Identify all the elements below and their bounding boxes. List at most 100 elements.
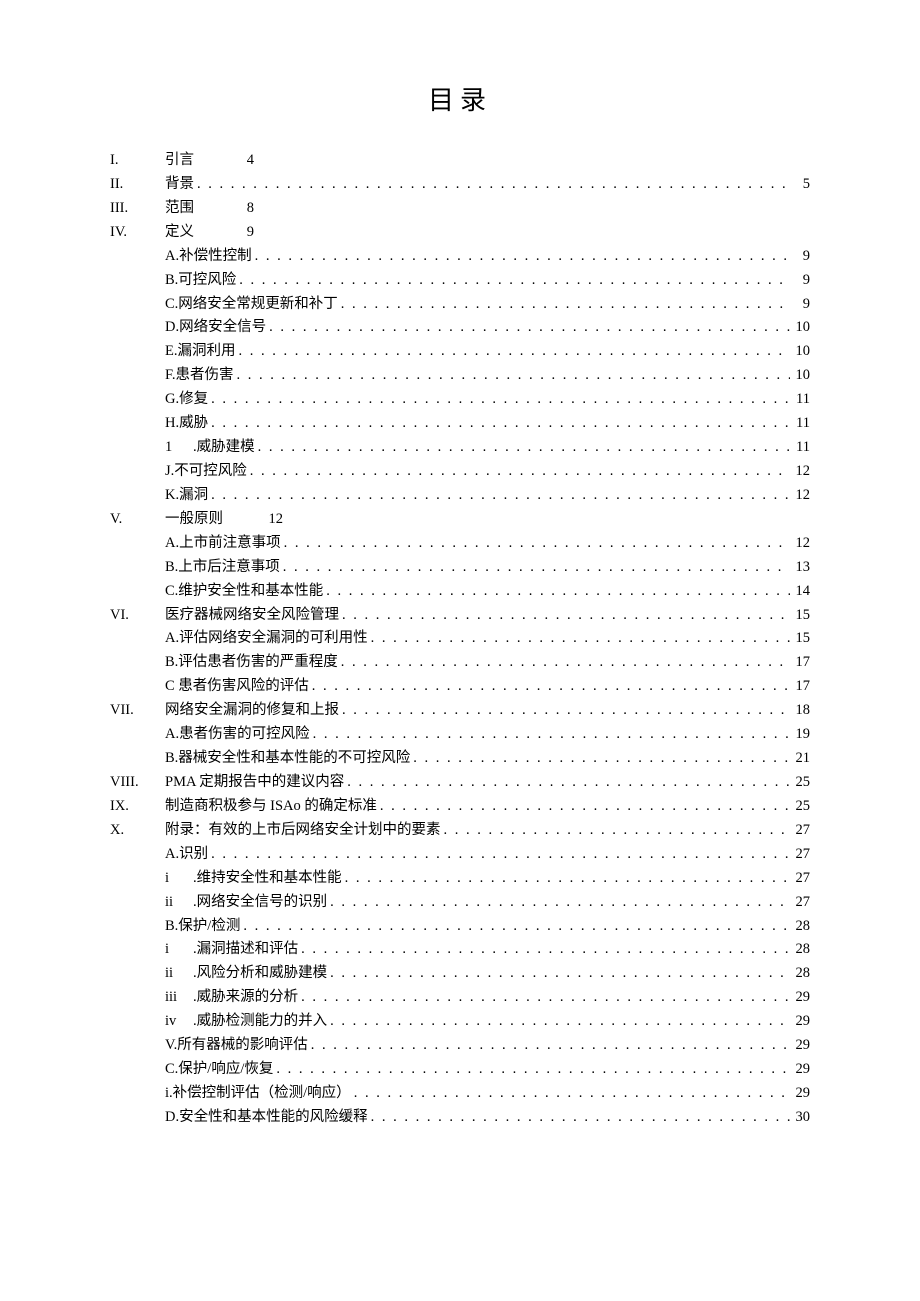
- dot-leader: [208, 484, 790, 508]
- entry-label: C.保护/响应/恢复: [165, 1058, 273, 1082]
- entry-label: PMA 定期报告中的建议内容: [165, 771, 344, 795]
- dot-leader: [208, 843, 790, 867]
- entry-label: .威胁检测能力的并入: [193, 1010, 327, 1034]
- entry-page: 18: [790, 699, 810, 723]
- toc-entry: iii .威胁来源的分析29: [110, 986, 810, 1010]
- entry-label: A.补偿性控制: [165, 245, 252, 269]
- dot-leader: [266, 316, 790, 340]
- entry-label: A.患者伤害的可控风险: [165, 723, 310, 747]
- dot-leader: [235, 340, 790, 364]
- toc-entry: H.威胁11: [110, 412, 810, 436]
- dot-leader: [298, 986, 790, 1010]
- entry-page: 28: [790, 962, 810, 986]
- entry-page: 19: [790, 723, 810, 747]
- entry-label: 背景: [165, 173, 194, 197]
- entry-page: 29: [790, 1058, 810, 1082]
- dot-leader: [273, 1058, 790, 1082]
- entry-label: 引言: [165, 149, 194, 173]
- entry-label: i.补偿控制评估（检测/响应）: [165, 1082, 351, 1106]
- entry-page: 10: [790, 316, 810, 340]
- dot-leader: [338, 293, 790, 317]
- entry-label: C.网络安全常规更新和补丁: [165, 293, 338, 317]
- toc-entry: A.补偿性控制9: [110, 245, 810, 269]
- entry-number: II.: [110, 173, 165, 197]
- entry-page: 9: [234, 221, 254, 245]
- entry-number: V.: [110, 508, 165, 532]
- entry-page: 9: [790, 269, 810, 293]
- entry-label: C.维护安全性和基本性能: [165, 580, 323, 604]
- entry-page: 27: [790, 819, 810, 843]
- entry-label: G.修复: [165, 388, 208, 412]
- toc-entry: B.可控风险9: [110, 269, 810, 293]
- toc-entry: K.漏洞12: [110, 484, 810, 508]
- toc-entry: C.维护安全性和基本性能14: [110, 580, 810, 604]
- dot-leader: [247, 460, 790, 484]
- entry-page: 11: [790, 388, 810, 412]
- dot-leader: [344, 771, 790, 795]
- dot-leader: [281, 532, 790, 556]
- toc-entry: B.保护/检测28: [110, 915, 810, 939]
- entry-page: 17: [790, 651, 810, 675]
- entry-page: 10: [790, 340, 810, 364]
- dot-leader: [327, 1010, 790, 1034]
- toc-entry: i.补偿控制评估（检测/响应）29: [110, 1082, 810, 1106]
- entry-page: 17: [790, 675, 810, 699]
- entry-marker: 1: [165, 436, 193, 460]
- table-of-contents: I.引言4II.背景5III.范围8IV.定义9A.补偿性控制9B.可控风险9C…: [110, 149, 810, 1130]
- entry-label: B.评估患者伤害的严重程度: [165, 651, 338, 675]
- entry-label: 定义: [165, 221, 194, 245]
- toc-entry: V.一般原则 12: [110, 508, 810, 532]
- toc-entry: F.患者伤害10: [110, 364, 810, 388]
- entry-page: 11: [790, 412, 810, 436]
- entry-label: K.漏洞: [165, 484, 208, 508]
- entry-label: .威胁建模: [193, 436, 255, 460]
- entry-marker: iv: [165, 1010, 193, 1034]
- entry-label: V.所有器械的影响评估: [165, 1034, 308, 1058]
- entry-marker: ii: [165, 962, 193, 986]
- entry-page: 29: [790, 986, 810, 1010]
- toc-entry: II.背景 5: [110, 173, 810, 197]
- dot-leader: [327, 891, 790, 915]
- entry-page: 9: [790, 293, 810, 317]
- entry-number: I.: [110, 149, 165, 173]
- dot-leader: [441, 819, 791, 843]
- entry-label: B.上市后注意事项: [165, 556, 280, 580]
- entry-label: 范围: [165, 197, 194, 221]
- entry-page: 29: [790, 1034, 810, 1058]
- entry-marker: iii: [165, 986, 193, 1010]
- toc-entry: IV.定义9: [110, 221, 810, 245]
- dot-leader: [327, 962, 790, 986]
- toc-entry: ii .风险分析和威胁建模28: [110, 962, 810, 986]
- entry-page: 27: [790, 867, 810, 891]
- entry-label: F.患者伤害: [165, 364, 234, 388]
- toc-entry: B.评估患者伤害的严重程度 17: [110, 651, 810, 675]
- entry-label: 一般原则: [165, 508, 223, 532]
- dot-leader: [338, 651, 790, 675]
- entry-page: 15: [790, 604, 810, 628]
- dot-leader: [342, 867, 790, 891]
- toc-entry: A.评估网络安全漏洞的可利用性15: [110, 627, 810, 651]
- toc-entry: VI.医疗器械网络安全风险管理15: [110, 604, 810, 628]
- entry-page: 8: [234, 197, 254, 221]
- toc-entry: J.不可控风险12: [110, 460, 810, 484]
- entry-page: 13: [790, 556, 810, 580]
- toc-entry: D.安全性和基本性能的风险缓释30: [110, 1106, 810, 1130]
- entry-page: 12: [263, 508, 283, 532]
- dot-leader: [280, 556, 790, 580]
- dot-leader: [351, 1082, 790, 1106]
- toc-entry: IX.制造商积极参与 ISAo 的确定标准25: [110, 795, 810, 819]
- toc-entry: VIII.PMA 定期报告中的建议内容25: [110, 771, 810, 795]
- entry-label: C 患者伤害风险的评估: [165, 675, 309, 699]
- toc-entry: A.识别27: [110, 843, 810, 867]
- entry-label: .网络安全信号的识别: [193, 891, 327, 915]
- dot-leader: [308, 1034, 790, 1058]
- entry-label: 网络安全漏洞的修复和上报: [165, 699, 339, 723]
- entry-page: 5: [790, 173, 810, 197]
- toc-entry: B.器械安全性和基本性能的不可控风险21: [110, 747, 810, 771]
- entry-page: 4: [234, 149, 254, 173]
- entry-label: B.器械安全性和基本性能的不可控风险: [165, 747, 410, 771]
- entry-page: 15: [790, 627, 810, 651]
- entry-label: E.漏洞利用: [165, 340, 235, 364]
- toc-entry: D.网络安全信号10: [110, 316, 810, 340]
- dot-leader: [208, 412, 790, 436]
